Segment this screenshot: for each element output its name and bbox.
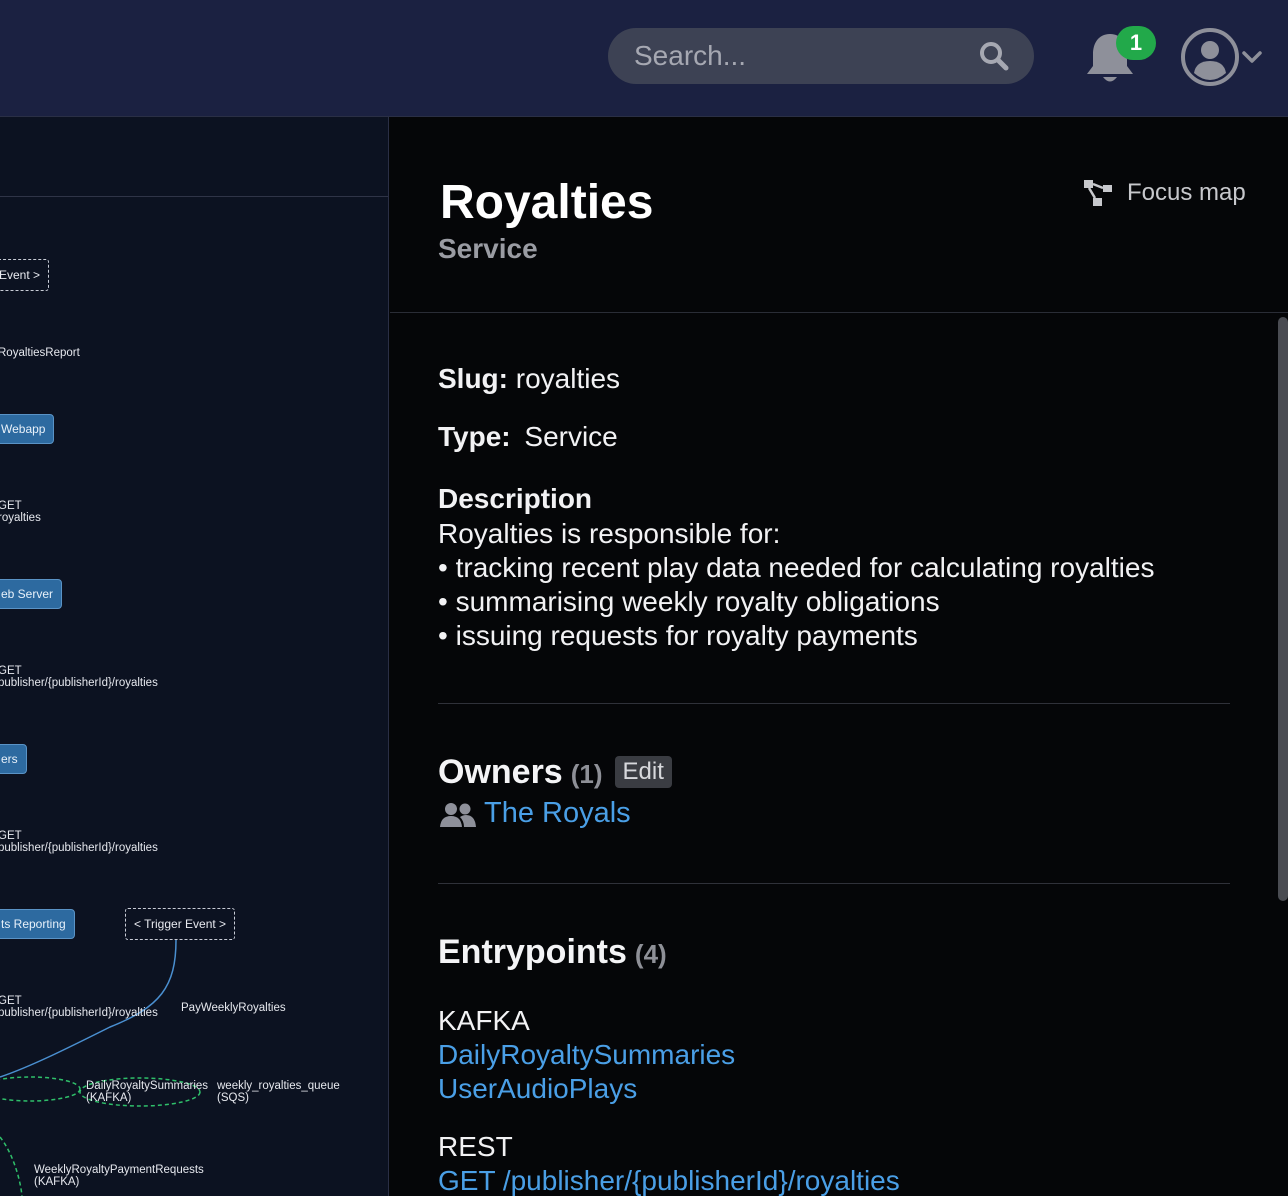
- entrypoint-link[interactable]: UserAudioPlays: [438, 1073, 637, 1105]
- owners-title: Owners: [438, 753, 563, 791]
- slug-row: Slug: royalties: [438, 363, 620, 395]
- owner-link[interactable]: The Royals: [484, 797, 631, 830]
- diagram-label-get-publisher-1: GET publisher/{publisherId}/royalties: [0, 665, 158, 689]
- diagram-label-weekly-queue[interactable]: weekly_royalties_queue (SQS): [217, 1080, 340, 1104]
- page-title: Royalties: [440, 176, 654, 229]
- entrypoints-count: (4): [634, 939, 667, 969]
- diagram-edges: [0, 939, 201, 1196]
- entrypoints-title: Entrypoints: [438, 933, 627, 971]
- entrypoint-type-rest: REST: [438, 1131, 513, 1162]
- focus-map-label: Focus map: [1127, 179, 1246, 206]
- search-input[interactable]: [634, 28, 974, 84]
- diagram-node-webapp[interactable]: Webapp: [0, 414, 55, 444]
- diagram-label-get-publisher-2: GET publisher/{publisherId}/royalties: [0, 830, 158, 854]
- user-avatar-icon[interactable]: [1180, 27, 1240, 87]
- page-subtitle: Service: [438, 233, 538, 264]
- details-panel: Royalties Service Focus map Slug: royalt…: [390, 117, 1288, 1196]
- owners-count: (1): [570, 759, 603, 789]
- type-value: Service: [524, 421, 618, 452]
- description-point: • summarising weekly royalty obligations: [438, 586, 940, 617]
- diagram-label-get-royalties: GET royalties: [0, 500, 41, 524]
- edit-owners-button[interactable]: Edit: [614, 756, 672, 788]
- section-divider: [438, 703, 1230, 704]
- description-intro: Royalties is responsible for:: [438, 518, 781, 549]
- description-title: Description: [438, 483, 593, 514]
- details-header: Royalties Service Focus map: [390, 117, 1288, 313]
- diagram-label-pay-weekly: PayWeeklyRoyalties: [181, 1002, 286, 1014]
- edge-weekly-payment: [0, 1136, 23, 1196]
- diagram-node-web-server[interactable]: eb Server: [0, 579, 63, 609]
- diagram-label-royalties-report: RoyaltiesReport: [0, 347, 80, 359]
- entrypoints-heading: Entrypoints (4): [438, 933, 667, 972]
- entrypoint-link[interactable]: GET /publisher/{publisherId}/royalties: [438, 1165, 900, 1196]
- chevron-down-icon[interactable]: [1240, 48, 1264, 66]
- type-row: Type: Service: [438, 421, 618, 453]
- type-label: Type:: [438, 421, 511, 452]
- users-icon: [440, 803, 476, 827]
- diagram-node-reporting[interactable]: ts Reporting: [0, 909, 75, 939]
- search-icon[interactable]: [978, 40, 1010, 72]
- top-bar: 1: [0, 0, 1288, 117]
- description-point: • tracking recent play data needed for c…: [438, 552, 1155, 583]
- section-divider: [438, 883, 1230, 884]
- description-point: • issuing requests for royalty payments: [438, 620, 918, 651]
- edge-kafka-loop-2: [0, 1076, 81, 1102]
- entrypoint-link[interactable]: DailyRoyaltySummaries: [438, 1039, 735, 1071]
- owners-heading: Owners (1) Edit: [438, 753, 672, 792]
- diagram-node-trigger-event[interactable]: < Trigger Event >: [125, 908, 236, 940]
- slug-label: Slug:: [438, 363, 508, 394]
- diagram-node-ers[interactable]: ers: [0, 744, 27, 774]
- scrollbar[interactable]: [1278, 317, 1288, 901]
- search-box[interactable]: [608, 28, 1034, 84]
- sitemap-icon: [1084, 180, 1112, 206]
- diagram-label-daily-summaries[interactable]: DailyRoyaltySummaries (KAFKA): [86, 1080, 208, 1104]
- slug-value: royalties: [515, 363, 621, 394]
- diagram-label-get-publisher-3: GET publisher/{publisherId}/royalties: [0, 995, 158, 1019]
- service-map-canvas[interactable]: Event > RoyaltiesReport Webapp GET royal…: [0, 117, 389, 1196]
- diagram-node-trigger-top[interactable]: Event >: [0, 259, 50, 291]
- diagram-label-weekly-payment[interactable]: WeeklyRoyaltyPaymentRequests (KAFKA): [34, 1164, 204, 1188]
- notification-badge: 1: [1116, 26, 1156, 60]
- entrypoint-type-kafka: KAFKA: [438, 1005, 530, 1036]
